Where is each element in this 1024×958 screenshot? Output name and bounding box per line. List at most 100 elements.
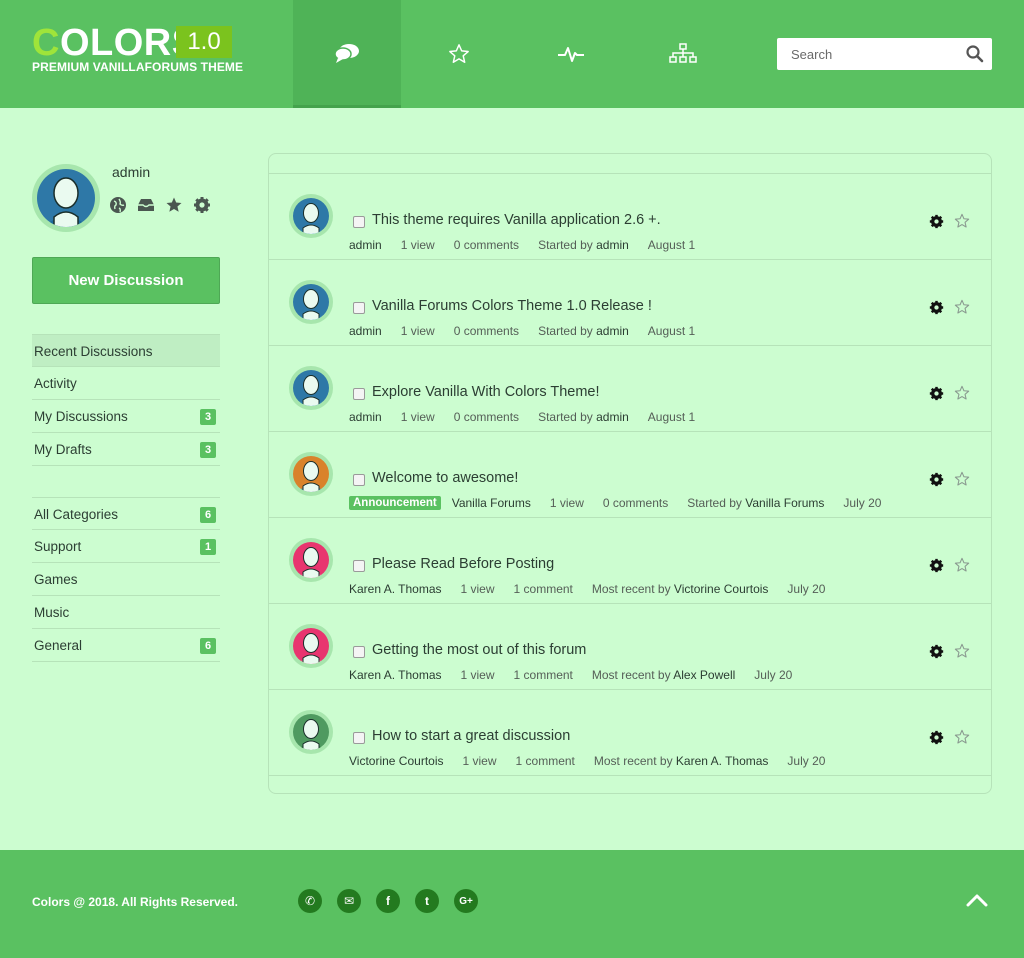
- sidebar-nav-menu: Recent Discussions Activity My Discussio…: [32, 334, 220, 466]
- sidebar-item-my-discussions[interactable]: My Discussions 3: [32, 400, 220, 433]
- last-user[interactable]: Alex Powell: [673, 668, 735, 682]
- discussion-author[interactable]: Vanilla Forums: [452, 496, 531, 510]
- search-icon[interactable]: [966, 45, 984, 63]
- gear-icon[interactable]: [929, 386, 944, 401]
- discussion-checkbox[interactable]: [353, 474, 365, 486]
- discussion-checkbox[interactable]: [353, 646, 365, 658]
- search-input[interactable]: [777, 38, 957, 70]
- user-silhouette-icon: [43, 177, 89, 227]
- last-user[interactable]: admin: [596, 238, 629, 252]
- gear-icon[interactable]: [929, 300, 944, 315]
- bookmark-star-icon[interactable]: [954, 299, 970, 315]
- discussion-row[interactable]: Getting the most out of this forum Karen …: [269, 604, 991, 690]
- google-plus-icon[interactable]: G+: [454, 889, 478, 913]
- discussion-checkbox[interactable]: [353, 302, 365, 314]
- gear-icon[interactable]: [929, 558, 944, 573]
- gear-icon[interactable]: [929, 644, 944, 659]
- inbox-icon[interactable]: [137, 196, 155, 214]
- profile-avatar[interactable]: [32, 164, 100, 232]
- gear-icon[interactable]: [193, 196, 211, 214]
- gear-icon[interactable]: [929, 214, 944, 229]
- bookmark-star-icon[interactable]: [954, 213, 970, 229]
- star-outline-icon: [449, 44, 469, 63]
- discussion-row[interactable]: Please Read Before Posting Karen A. Thoma…: [269, 518, 991, 604]
- chevron-up-icon[interactable]: [966, 893, 988, 907]
- discussion-meta: Announcement Vanilla Forums 1 view 0 commen…: [349, 496, 900, 510]
- last-activity: Started by admin: [538, 238, 629, 252]
- tab-discussions[interactable]: [293, 0, 401, 108]
- discussion-title[interactable]: Explore Vanilla With Colors Theme!: [372, 384, 600, 400]
- comment-count: 1 comment: [513, 668, 573, 682]
- last-user[interactable]: Karen A. Thomas: [676, 754, 769, 768]
- discussion-checkbox[interactable]: [353, 732, 365, 744]
- tab-activity[interactable]: [517, 0, 625, 108]
- star-icon[interactable]: [165, 196, 183, 214]
- discussion-list: This theme requires Vanilla application …: [268, 153, 992, 794]
- bookmark-star-icon[interactable]: [954, 385, 970, 401]
- comment-count: 1 comment: [513, 582, 573, 596]
- discussion-title[interactable]: Please Read Before Posting: [372, 556, 554, 572]
- discussion-author[interactable]: admin: [349, 410, 382, 424]
- discussion-row[interactable]: Vanilla Forums Colors Theme 1.0 Release …: [269, 260, 991, 346]
- last-user[interactable]: Vanilla Forums: [745, 496, 824, 510]
- author-avatar[interactable]: [289, 366, 333, 410]
- discussion-row[interactable]: This theme requires Vanilla application …: [269, 174, 991, 260]
- bookmark-star-icon[interactable]: [954, 729, 970, 745]
- author-avatar[interactable]: [289, 538, 333, 582]
- discussion-row[interactable]: Welcome to awesome! Announcement Vanilla F…: [269, 432, 991, 518]
- discussion-checkbox[interactable]: [353, 388, 365, 400]
- discussion-title[interactable]: Vanilla Forums Colors Theme 1.0 Release …: [372, 298, 652, 314]
- gear-icon[interactable]: [929, 472, 944, 487]
- discussion-row[interactable]: Explore Vanilla With Colors Theme! admin 1…: [269, 346, 991, 432]
- tab-bookmarks[interactable]: [405, 0, 513, 108]
- discussion-title[interactable]: How to start a great discussion: [372, 728, 570, 744]
- comment-count: 0 comments: [453, 324, 520, 338]
- discussion-checkbox[interactable]: [353, 216, 365, 228]
- user-silhouette-icon: [297, 547, 325, 578]
- twitter-icon[interactable]: t: [415, 889, 439, 913]
- last-user[interactable]: Victorine Courtois: [674, 582, 769, 596]
- author-avatar[interactable]: [289, 280, 333, 324]
- sidebar-item-music[interactable]: Music: [32, 596, 220, 629]
- sidebar-item-my-drafts[interactable]: My Drafts 3: [32, 433, 220, 466]
- discussion-author[interactable]: admin: [349, 324, 382, 338]
- author-avatar[interactable]: [289, 452, 333, 496]
- discussion-author[interactable]: Karen A. Thomas: [349, 582, 442, 596]
- author-avatar[interactable]: [289, 710, 333, 754]
- discussion-row[interactable]: How to start a great discussion Victorine…: [269, 690, 991, 776]
- mail-icon[interactable]: ✉: [337, 889, 361, 913]
- sidebar-item-general[interactable]: General 6: [32, 629, 220, 662]
- bookmark-star-icon[interactable]: [954, 471, 970, 487]
- phone-icon[interactable]: ✆: [298, 889, 322, 913]
- bookmark-star-icon[interactable]: [954, 643, 970, 659]
- globe-icon[interactable]: [109, 196, 127, 214]
- profile-username[interactable]: admin: [112, 164, 150, 180]
- discussion-checkbox[interactable]: [353, 560, 365, 572]
- sidebar-item-activity[interactable]: Activity: [32, 367, 220, 400]
- sidebar-item-recent-discussions[interactable]: Recent Discussions: [32, 334, 220, 367]
- bookmark-star-icon[interactable]: [954, 557, 970, 573]
- author-avatar[interactable]: [289, 194, 333, 238]
- tab-categories[interactable]: [629, 0, 737, 108]
- site-footer: Colors @ 2018. All Rights Reserved. ✆ ✉ …: [0, 850, 1024, 958]
- discussion-author[interactable]: Victorine Courtois: [349, 754, 444, 768]
- sidebar-item-support[interactable]: Support 1: [32, 530, 220, 563]
- view-count: 1 view: [460, 582, 495, 596]
- view-count: 1 view: [400, 324, 435, 338]
- site-logo[interactable]: COLORS 1.0 PREMIUM VANILLAFORUMS THEME: [32, 24, 243, 76]
- gear-icon[interactable]: [929, 730, 944, 745]
- discussion-title[interactable]: Getting the most out of this forum: [372, 642, 586, 658]
- discussion-author[interactable]: admin: [349, 238, 382, 252]
- discussion-title[interactable]: This theme requires Vanilla application …: [372, 212, 661, 228]
- facebook-icon[interactable]: f: [376, 889, 400, 913]
- last-user[interactable]: admin: [596, 410, 629, 424]
- discussion-title[interactable]: Welcome to awesome!: [372, 470, 518, 486]
- sidebar-item-games[interactable]: Games: [32, 563, 220, 596]
- new-discussion-button[interactable]: New Discussion: [32, 257, 220, 304]
- discussion-author[interactable]: Karen A. Thomas: [349, 668, 442, 682]
- last-activity: Most recent by Karen A. Thomas: [593, 754, 769, 768]
- last-user[interactable]: admin: [596, 324, 629, 338]
- discussion-meta: admin 1 view 0 comments Started by admin Aug…: [349, 238, 714, 252]
- author-avatar[interactable]: [289, 624, 333, 668]
- sidebar-item-all-categories[interactable]: All Categories 6: [32, 497, 220, 530]
